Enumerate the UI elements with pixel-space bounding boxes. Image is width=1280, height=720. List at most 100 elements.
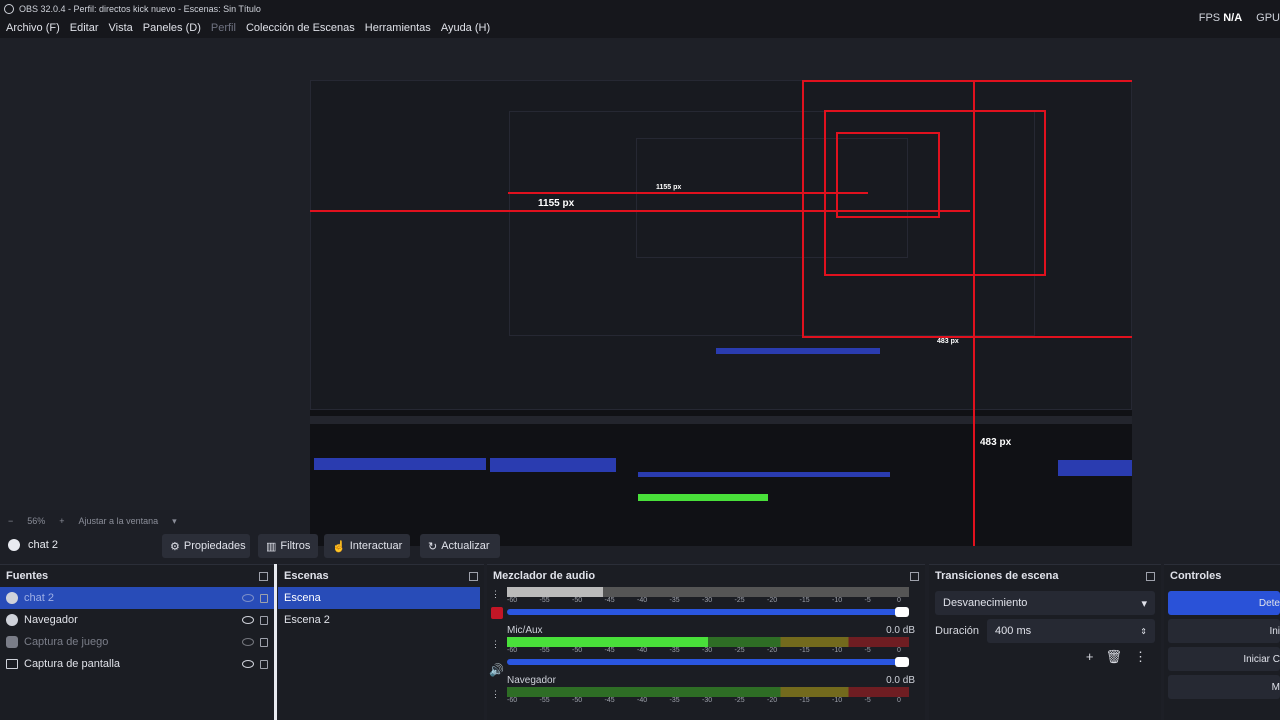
popout-icon[interactable]	[469, 571, 478, 581]
eye-icon[interactable]	[242, 616, 254, 624]
source-label: Captura de juego	[24, 636, 109, 648]
monitor-icon	[6, 659, 18, 669]
transition-type: Desvanecimiento	[943, 597, 1028, 609]
start-recording-button[interactable]: Ini	[1168, 619, 1280, 643]
tick-label: -10	[832, 647, 843, 654]
channel-menu-icon[interactable]: ⋮	[491, 689, 501, 699]
controls-body: Dete Ini Iniciar C M	[1164, 587, 1280, 699]
volume-fader[interactable]	[507, 607, 909, 617]
transition-select[interactable]: Desvanecimiento ▾	[935, 591, 1155, 615]
eye-hidden-icon[interactable]	[242, 594, 254, 602]
controls-dock: Controles Dete Ini Iniciar C M	[1164, 564, 1280, 720]
popout-icon[interactable]	[259, 571, 268, 581]
zoom-out-icon[interactable]: −	[8, 516, 13, 526]
start-virtual-camera-button[interactable]: Iniciar C	[1168, 647, 1280, 671]
trash-icon[interactable]: 🗑	[1105, 649, 1122, 665]
tick-label: -25	[734, 597, 745, 604]
channel-db: 0.0 dB	[886, 624, 915, 636]
tick-label: -50	[572, 697, 583, 704]
volume-meter	[507, 687, 909, 697]
menu-archivo[interactable]: Archivo (F)	[6, 22, 60, 34]
meter-ticks: -60 -55 -50 -45 -40 -35 -30 -25 -20 -15 -10 -5 0	[507, 597, 909, 606]
current-source: chat 2	[8, 539, 58, 551]
title-bar: OBS 32.0.4 - Perfil: directos kick nuevo…	[0, 0, 1280, 17]
source-item-captura-juego[interactable]: Captura de juego	[0, 631, 274, 653]
tick-label: -55	[539, 697, 550, 704]
stop-streaming-button[interactable]: Dete	[1168, 591, 1280, 615]
transitions-dock: Transiciones de escena Desvanecimiento ▾…	[929, 564, 1161, 720]
transitions-title: Transiciones de escena	[935, 570, 1059, 582]
dock-splitter[interactable]	[274, 564, 277, 720]
transitions-header: Transiciones de escena	[929, 565, 1161, 587]
tick-label: -35	[669, 647, 680, 654]
nested-fader-2	[638, 472, 890, 477]
tick-label: -50	[572, 647, 583, 654]
tick-label: -40	[637, 697, 648, 704]
source-item-captura-pantalla[interactable]: Captura de pantalla	[0, 653, 274, 675]
lock-icon[interactable]	[260, 637, 268, 647]
menu-editar[interactable]: Editar	[70, 22, 99, 34]
more-icon[interactable]: ⋮	[1134, 649, 1147, 665]
source-item-chat2[interactable]: chat 2	[0, 587, 274, 609]
scenes-dock: Escenas Escena Escena 2	[278, 564, 484, 720]
duration-spinbox[interactable]: 400 ms ⇕	[987, 619, 1155, 643]
spinner-icon[interactable]: ⇕	[1140, 627, 1147, 636]
transitions-body: Desvanecimiento ▾ Duración 400 ms ⇕ + 🗑 …	[929, 587, 1161, 669]
fader-knob[interactable]	[895, 657, 909, 667]
menu-vista[interactable]: Vista	[109, 22, 133, 34]
lock-icon[interactable]	[260, 593, 268, 603]
zoom-in-icon[interactable]: +	[59, 516, 64, 526]
refresh-button[interactable]: ↻ Actualizar	[420, 534, 500, 558]
meter-level	[507, 587, 604, 597]
popout-icon[interactable]	[1146, 571, 1155, 581]
tick-label: -45	[604, 597, 615, 604]
zoom-dropdown-icon[interactable]: ▾	[172, 516, 177, 527]
sources-dock: Fuentes chat 2 Navegador Captura de jueg…	[0, 564, 274, 720]
nested-selected-scene	[490, 458, 616, 472]
channel-menu-icon[interactable]: ⋮	[491, 639, 501, 649]
tick-label: -35	[669, 697, 680, 704]
channel-menu-icon[interactable]: ⋮	[491, 589, 501, 599]
menu-coleccion[interactable]: Colección de Escenas	[246, 22, 355, 34]
tick-label: -25	[734, 647, 745, 654]
scene-item-escena[interactable]: Escena	[278, 587, 480, 609]
menu-paneles[interactable]: Paneles (D)	[143, 22, 201, 34]
filters-button[interactable]: ▥ Filtros	[258, 534, 318, 558]
zoom-fit[interactable]: Ajustar a la ventana	[79, 516, 159, 526]
zoom-value: 56%	[27, 516, 46, 526]
preview-canvas[interactable]: 1155 px 1155 px 483 px 483 px	[310, 80, 1132, 546]
px-label-2: 1155 px	[656, 184, 682, 191]
scene-item-escena2[interactable]: Escena 2	[278, 609, 484, 631]
properties-button[interactable]: ⚙ Propiedades	[162, 534, 250, 558]
tick-label: -55	[539, 647, 550, 654]
add-icon[interactable]: +	[1086, 649, 1094, 665]
menu-herramientas[interactable]: Herramientas	[365, 22, 431, 34]
refresh-icon: ↻	[428, 540, 438, 553]
eye-icon[interactable]	[242, 660, 254, 668]
source-item-navegador[interactable]: Navegador	[0, 609, 274, 631]
tick-label: -5	[864, 597, 871, 604]
fader-knob[interactable]	[895, 607, 909, 617]
interact-button[interactable]: ☝ Interactuar	[324, 534, 410, 558]
lock-icon[interactable]	[260, 659, 268, 669]
volume-fader[interactable]	[507, 657, 909, 667]
mute-icon[interactable]	[491, 607, 503, 619]
mixer-header: Mezclador de audio	[487, 565, 925, 587]
menu-ayuda[interactable]: Ayuda (H)	[441, 22, 490, 34]
source-label: chat 2	[24, 592, 54, 604]
eye-hidden-icon[interactable]	[242, 638, 254, 646]
interact-label: Interactuar	[349, 540, 403, 552]
lock-icon[interactable]	[260, 615, 268, 625]
popout-icon[interactable]	[910, 571, 919, 581]
tick-label: 0	[897, 597, 901, 604]
control-label: M	[1271, 681, 1280, 693]
studio-mode-button[interactable]: M	[1168, 675, 1280, 699]
audio-mixer-dock: Mezclador de audio ⋮ -60 -55 -50 -45 -40 -35-…	[487, 564, 925, 720]
scenes-title: Escenas	[284, 570, 329, 582]
menu-perfil[interactable]: Perfil	[211, 22, 236, 34]
tick-label: -40	[637, 597, 648, 604]
duration-value: 400 ms	[995, 625, 1032, 637]
nested-fader	[716, 348, 880, 354]
tick-label: -45	[604, 647, 615, 654]
nested-selected-source	[314, 458, 486, 470]
